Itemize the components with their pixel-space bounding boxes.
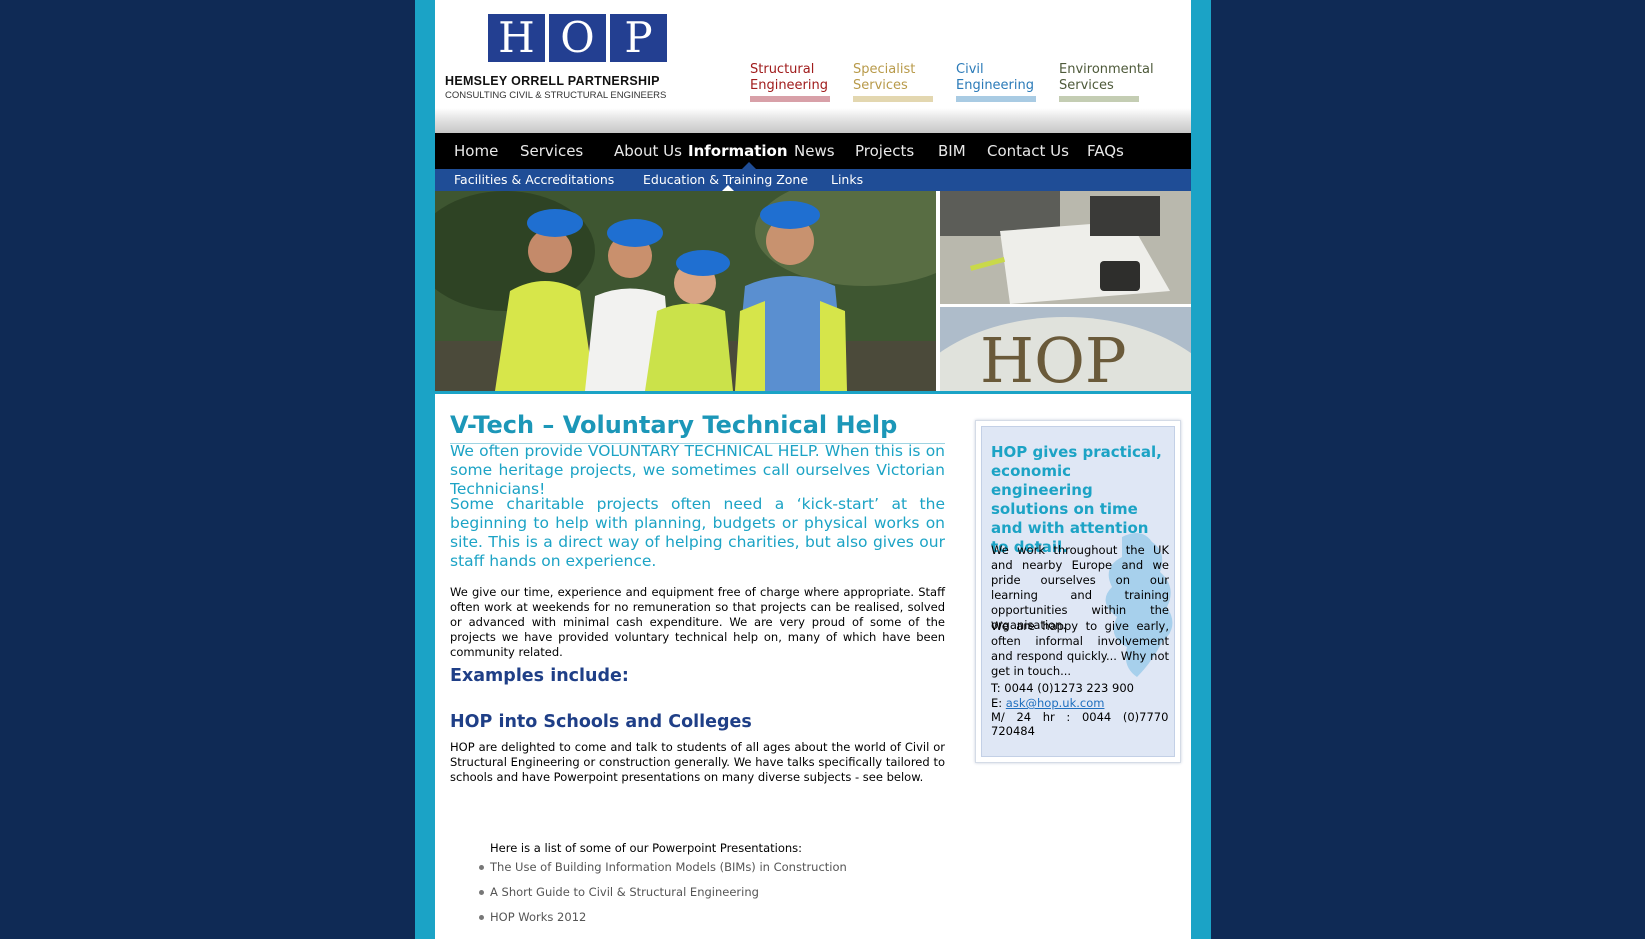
body-paragraph: We give our time, experience and equipme… <box>450 585 945 659</box>
service-underline <box>750 96 830 102</box>
sidebar-phone: T: 0044 (0)1273 223 900 <box>991 681 1134 695</box>
service-link-line1: Specialist <box>853 62 916 77</box>
sub-nav: Facilities & Accreditations Education & … <box>435 169 1191 191</box>
email-label: E: <box>991 696 1006 710</box>
nav-bim[interactable]: BIM <box>938 133 966 169</box>
sidebar-email-line: E: ask@hop.uk.com <box>991 696 1169 711</box>
service-link-line2: Engineering <box>956 78 1034 93</box>
service-link-structural[interactable]: Structural Engineering <box>750 62 832 102</box>
service-link-line2: Services <box>1059 78 1114 93</box>
presentations-intro: Here is a list of some of our Powerpoint… <box>490 841 803 855</box>
service-link-specialist[interactable]: Specialist Services <box>853 62 935 102</box>
logo-letters: H O P <box>488 14 667 62</box>
presentation-title: A Short Guide to Civil & Structural Engi… <box>490 885 759 899</box>
bullet-icon <box>479 890 484 895</box>
presentations-list: The Use of Building Information Models (… <box>479 860 847 935</box>
active-nav-indicator <box>742 162 756 169</box>
service-link-line1: Structural <box>750 62 815 77</box>
service-link-environmental[interactable]: Environmental Services <box>1059 62 1159 102</box>
site-header: H O P HEMSLEY ORRELL PARTNERSHIP CONSULT… <box>435 0 1191 133</box>
company-tagline: CONSULTING CIVIL & STRUCTURAL ENGINEERS <box>445 90 667 101</box>
nav-about-us[interactable]: About Us <box>614 133 682 169</box>
service-underline <box>853 96 933 102</box>
service-link-line1: Environmental <box>1059 62 1154 77</box>
nav-contact-us[interactable]: Contact Us <box>987 133 1069 169</box>
page-content: H O P HEMSLEY ORRELL PARTNERSHIP CONSULT… <box>435 0 1191 939</box>
hop-sign-photo: HOP <box>940 307 1191 393</box>
sidebar-paragraph-2: We are happy to give early, often inform… <box>991 619 1169 678</box>
schools-heading: HOP into Schools and Colleges <box>450 712 752 732</box>
nav-home[interactable]: Home <box>454 133 498 169</box>
sidebar-panel: HOP gives practical, economic engineerin… <box>981 426 1175 757</box>
service-link-line2: Engineering <box>750 78 828 93</box>
sidebar-mobile-cont: 720484 <box>991 724 1035 738</box>
logo-letter-o: O <box>549 14 606 62</box>
banner: HOP <box>435 191 1191 394</box>
main-content: V-Tech – Voluntary Technical Help We oft… <box>450 393 950 939</box>
bullet-icon <box>479 865 484 870</box>
examples-heading: Examples include: <box>450 666 629 686</box>
sidebar-headline: HOP gives practical, economic engineerin… <box>991 443 1162 556</box>
sign-text: HOP <box>980 324 1127 393</box>
nav-services[interactable]: Services <box>520 133 583 169</box>
logo-letter-h: H <box>488 14 545 62</box>
bullet-icon <box>479 915 484 920</box>
nav-news[interactable]: News <box>794 133 835 169</box>
lead-paragraph-2: Some charitable projects often need a ‘k… <box>450 495 945 570</box>
contact-sidebar: HOP gives practical, economic engineerin… <box>975 420 1181 763</box>
nav-projects[interactable]: Projects <box>855 133 914 169</box>
list-item[interactable]: A Short Guide to Civil & Structural Engi… <box>479 885 847 910</box>
subnav-links[interactable]: Links <box>831 169 863 191</box>
presentation-title: HOP Works 2012 <box>490 910 587 924</box>
service-underline <box>956 96 1036 102</box>
desk-photo <box>940 191 1191 304</box>
company-name: HEMSLEY ORRELL PARTNERSHIP <box>445 74 660 88</box>
service-link-civil[interactable]: Civil Engineering <box>956 62 1038 102</box>
list-item[interactable]: HOP Works 2012 <box>479 910 847 935</box>
list-item[interactable]: The Use of Building Information Models (… <box>479 860 847 885</box>
main-nav: Home Services About Us Information News … <box>435 133 1191 169</box>
email-link[interactable]: ask@hop.uk.com <box>1006 696 1105 710</box>
service-link-line1: Civil <box>956 62 984 77</box>
subnav-facilities[interactable]: Facilities & Accreditations <box>454 169 614 191</box>
nav-faqs[interactable]: FAQs <box>1087 133 1124 169</box>
logo-letter-p: P <box>610 14 667 62</box>
page-title: V-Tech – Voluntary Technical Help <box>450 411 945 444</box>
sidebar-mobile: M/ 24 hr : 0044 (0)7770 <box>991 710 1169 724</box>
page-frame: H O P HEMSLEY ORRELL PARTNERSHIP CONSULT… <box>415 0 1211 939</box>
service-underline <box>1059 96 1139 102</box>
nav-information[interactable]: Information <box>688 133 788 169</box>
engineers-photo <box>435 191 936 391</box>
schools-paragraph: HOP are delighted to come and talk to st… <box>450 740 945 784</box>
lead-paragraph-1: We often provide VOLUNTARY TECHNICAL HEL… <box>450 442 945 498</box>
presentation-title: The Use of Building Information Models (… <box>490 860 847 874</box>
service-link-line2: Services <box>853 78 908 93</box>
